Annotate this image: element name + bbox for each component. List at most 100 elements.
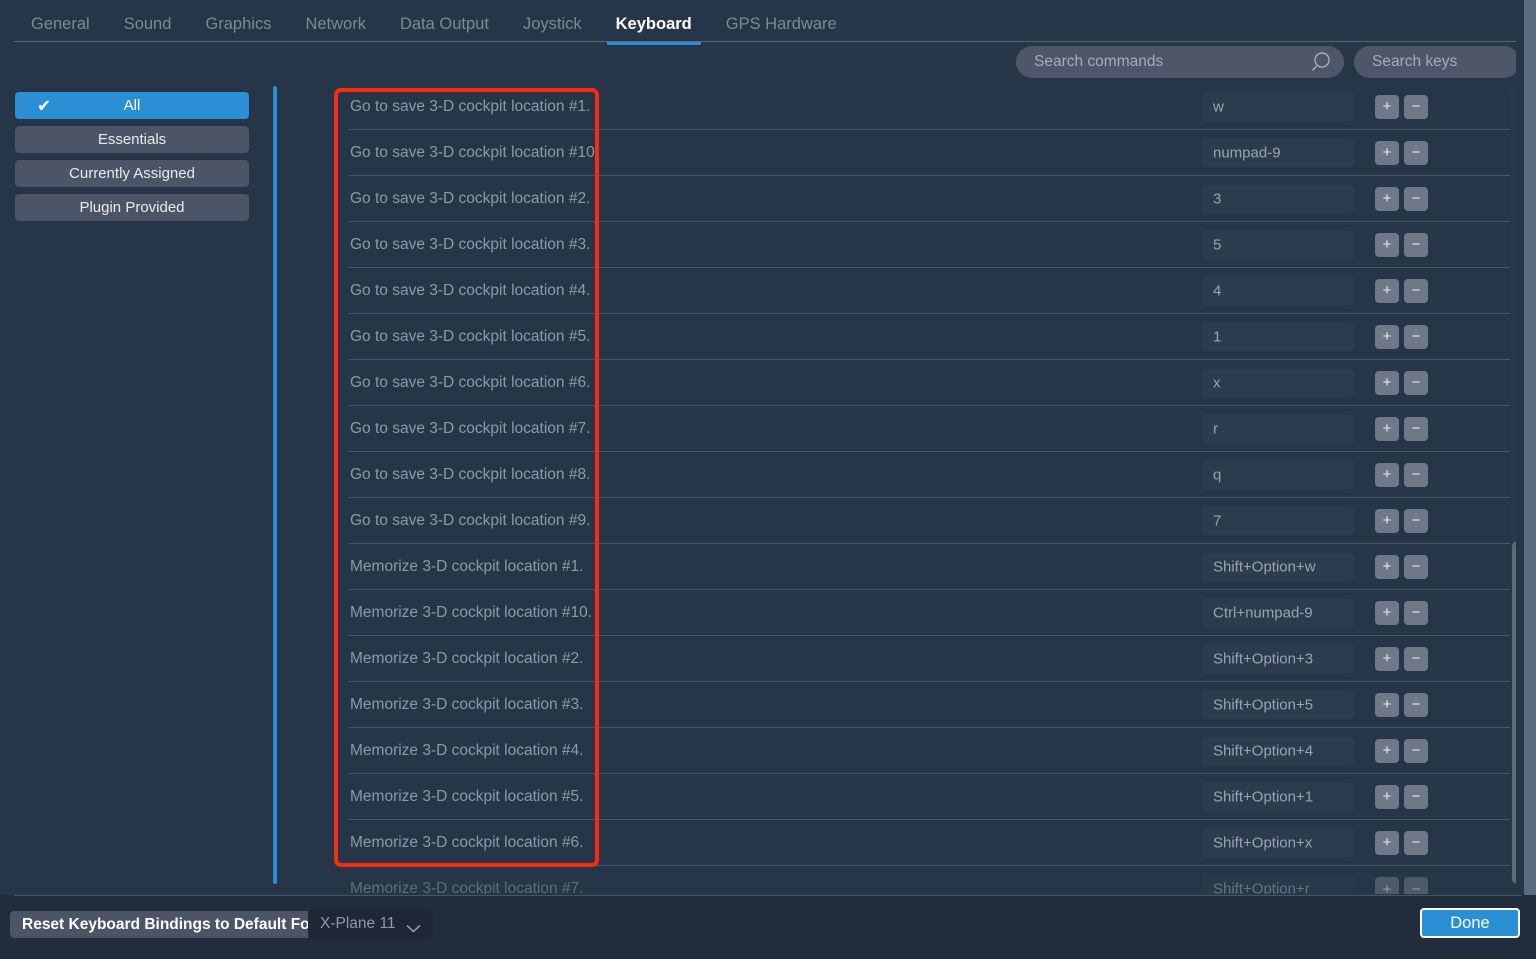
- binding-row: Memorize 3-D cockpit location #3. Shift+O…: [348, 682, 1510, 728]
- tab-data-output[interactable]: Data Output: [383, 15, 506, 44]
- footer-divider: [14, 895, 1522, 896]
- add-binding-button[interactable]: +: [1375, 784, 1399, 809]
- search-commands-input[interactable]: [1016, 53, 1310, 71]
- add-binding-button[interactable]: +: [1375, 140, 1399, 165]
- remove-binding-button[interactable]: −: [1404, 554, 1428, 579]
- section-accent-bar: [273, 86, 277, 884]
- command-label: Go to save 3-D cockpit location #4.: [350, 281, 591, 299]
- done-button[interactable]: Done: [1420, 908, 1520, 938]
- key-assignment-field[interactable]: r: [1202, 414, 1354, 443]
- command-label: Memorize 3-D cockpit location #5.: [350, 787, 584, 805]
- row-actions: + −: [1375, 646, 1428, 671]
- remove-binding-button[interactable]: −: [1404, 370, 1428, 395]
- add-binding-button[interactable]: +: [1375, 508, 1399, 533]
- add-binding-button[interactable]: +: [1375, 416, 1399, 441]
- key-assignment-field[interactable]: 4: [1202, 276, 1354, 305]
- window-right-edge-inner: [1516, 0, 1524, 900]
- add-binding-button[interactable]: +: [1375, 830, 1399, 855]
- remove-binding-button[interactable]: −: [1404, 416, 1428, 441]
- remove-binding-button[interactable]: −: [1404, 232, 1428, 257]
- tab-gps-hardware[interactable]: GPS Hardware: [709, 15, 854, 44]
- command-label: Go to save 3-D cockpit location #6.: [350, 373, 591, 391]
- tab-joystick[interactable]: Joystick: [506, 15, 599, 44]
- tab-general[interactable]: General: [14, 15, 107, 44]
- remove-binding-button[interactable]: −: [1404, 186, 1428, 211]
- row-actions: + −: [1375, 370, 1428, 395]
- search-commands-box[interactable]: [1016, 46, 1344, 78]
- remove-binding-button[interactable]: −: [1404, 646, 1428, 671]
- remove-binding-button[interactable]: −: [1404, 140, 1428, 165]
- remove-binding-button[interactable]: −: [1404, 738, 1428, 763]
- row-actions: + −: [1375, 232, 1428, 257]
- filter-essentials[interactable]: Essentials: [15, 126, 249, 153]
- add-binding-button[interactable]: +: [1375, 692, 1399, 717]
- key-assignment-field[interactable]: numpad-9: [1202, 138, 1354, 167]
- key-assignment-field[interactable]: Ctrl+numpad-9: [1202, 598, 1354, 627]
- filter-label: Currently Assigned: [69, 165, 195, 182]
- reset-bindings-button[interactable]: Reset Keyboard Bindings to Default For:: [10, 911, 333, 938]
- command-label: Memorize 3-D cockpit location #7.: [350, 880, 584, 894]
- add-binding-button[interactable]: +: [1375, 646, 1399, 671]
- preferences-window: General Sound Graphics Network Data Output Jo…: [0, 0, 1536, 959]
- key-assignment-field[interactable]: q: [1202, 460, 1354, 489]
- binding-row: Go to save 3-D cockpit location #7. r + −: [348, 406, 1510, 452]
- key-assignment-field[interactable]: Shift+Option+r: [1202, 874, 1354, 894]
- binding-row: Memorize 3-D cockpit location #5. Shift+O…: [348, 774, 1510, 820]
- add-binding-button[interactable]: +: [1375, 462, 1399, 487]
- add-binding-button[interactable]: +: [1375, 94, 1399, 119]
- remove-binding-button[interactable]: −: [1404, 600, 1428, 625]
- command-label: Memorize 3-D cockpit location #6.: [350, 833, 584, 851]
- key-assignment-field[interactable]: Shift+Option+4: [1202, 736, 1354, 765]
- add-binding-button[interactable]: +: [1375, 554, 1399, 579]
- remove-binding-button[interactable]: −: [1404, 278, 1428, 303]
- add-binding-button[interactable]: +: [1375, 370, 1399, 395]
- remove-binding-button[interactable]: −: [1404, 462, 1428, 487]
- key-assignment-field[interactable]: w: [1202, 92, 1354, 121]
- key-assignment-field[interactable]: x: [1202, 368, 1354, 397]
- add-binding-button[interactable]: +: [1375, 186, 1399, 211]
- remove-binding-button[interactable]: −: [1404, 692, 1428, 717]
- add-binding-button[interactable]: +: [1375, 232, 1399, 257]
- chevron-down-icon: [406, 920, 421, 933]
- remove-binding-button[interactable]: −: [1404, 784, 1428, 809]
- tab-sound[interactable]: Sound: [107, 15, 189, 44]
- command-label: Go to save 3-D cockpit location #10.: [350, 143, 599, 161]
- filter-currently-assigned[interactable]: Currently Assigned: [15, 160, 249, 187]
- tab-graphics[interactable]: Graphics: [188, 15, 288, 44]
- key-assignment-field[interactable]: 3: [1202, 184, 1354, 213]
- add-binding-button[interactable]: +: [1375, 738, 1399, 763]
- add-binding-button[interactable]: +: [1375, 877, 1399, 894]
- remove-binding-button[interactable]: −: [1404, 830, 1428, 855]
- filter-plugin-provided[interactable]: Plugin Provided: [15, 194, 249, 221]
- key-assignment-field[interactable]: Shift+Option+1: [1202, 782, 1354, 811]
- key-assignment-field[interactable]: Shift+Option+x: [1202, 828, 1354, 857]
- tab-keyboard[interactable]: Keyboard: [599, 15, 709, 45]
- key-assignment-field[interactable]: Shift+Option+w: [1202, 552, 1354, 581]
- key-assignment-field[interactable]: 1: [1202, 322, 1354, 351]
- row-actions: + −: [1375, 877, 1428, 894]
- tab-bar: General Sound Graphics Network Data Output Jo…: [0, 0, 1536, 45]
- tab-network[interactable]: Network: [288, 15, 383, 44]
- search-keys-box[interactable]: [1354, 46, 1536, 78]
- key-assignment-field[interactable]: Shift+Option+5: [1202, 690, 1354, 719]
- binding-row: Go to save 3-D cockpit location #9. 7 + −: [348, 498, 1510, 544]
- window-right-edge: [1524, 0, 1536, 900]
- key-assignment-field[interactable]: Shift+Option+3: [1202, 644, 1354, 673]
- add-binding-button[interactable]: +: [1375, 600, 1399, 625]
- remove-binding-button[interactable]: −: [1404, 324, 1428, 349]
- command-label: Go to save 3-D cockpit location #1.: [350, 97, 591, 115]
- filter-all[interactable]: ✔ All: [15, 92, 249, 119]
- key-assignment-field[interactable]: 7: [1202, 506, 1354, 535]
- add-binding-button[interactable]: +: [1375, 324, 1399, 349]
- row-actions: + −: [1375, 784, 1428, 809]
- profile-dropdown[interactable]: X-Plane 11: [308, 908, 433, 940]
- remove-binding-button[interactable]: −: [1404, 877, 1428, 894]
- done-button-label: Done: [1450, 913, 1490, 932]
- remove-binding-button[interactable]: −: [1404, 94, 1428, 119]
- add-binding-button[interactable]: +: [1375, 278, 1399, 303]
- search-keys-input[interactable]: [1354, 53, 1536, 71]
- binding-row: Memorize 3-D cockpit location #7. Shift+O…: [348, 866, 1510, 894]
- remove-binding-button[interactable]: −: [1404, 508, 1428, 533]
- filter-label: Essentials: [97, 131, 167, 148]
- key-assignment-field[interactable]: 5: [1202, 230, 1354, 259]
